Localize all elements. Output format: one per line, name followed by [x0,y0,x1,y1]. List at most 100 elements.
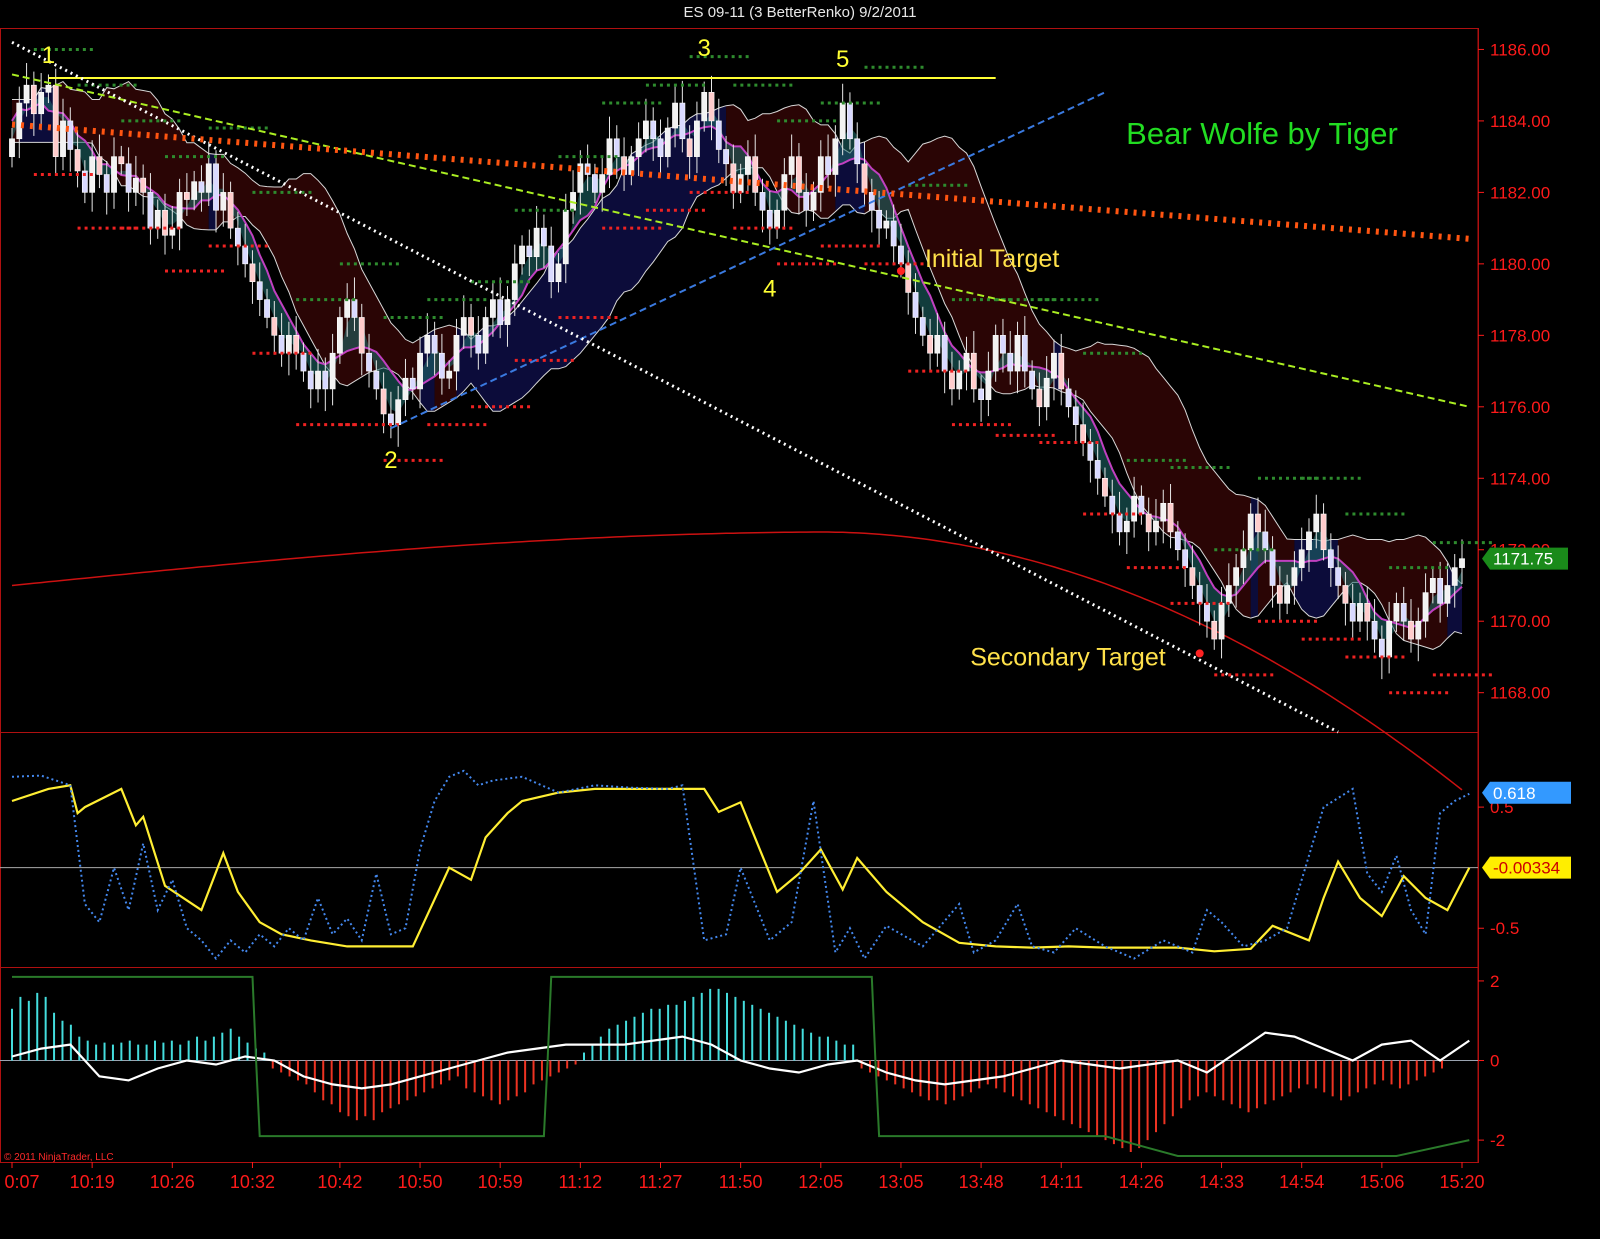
candle-down [409,377,416,390]
candle-down [1072,406,1079,425]
candle-up [672,102,678,129]
candle-down [861,163,868,193]
time-tick-label: 10:19 [70,1172,115,1192]
candle-down [118,156,125,165]
target-dot [1195,649,1204,658]
candle-up [329,352,336,390]
candle-down [1138,495,1145,515]
candle-down [1109,495,1116,515]
candle-down [1145,513,1152,533]
candle-down [103,174,110,193]
candle-down [366,352,372,372]
candle-down [890,220,897,247]
candle-up [344,299,351,318]
candle-up [832,138,839,175]
candle-up [1393,603,1400,622]
candle-down [1087,442,1094,461]
time-tick-label: 10:50 [398,1172,443,1192]
candle-up [460,317,467,336]
candle-down [1255,513,1261,533]
candle-down [708,92,715,122]
candle-down [1058,352,1065,390]
candle-down [723,149,729,165]
candle-down [183,192,190,200]
candle[interactable] [293,316,300,370]
hist-tick-label: 2 [1490,972,1499,991]
candle-down [213,163,219,211]
price-tick-label: 1178.00 [1490,326,1550,345]
candle-up [883,220,890,229]
copyright-label: © 2011 NinjaTrader, LLC [4,1152,114,1163]
time-tick-label: 14:11 [1039,1172,1083,1192]
candle-up [205,163,212,193]
candle-up [1153,520,1159,533]
candle-down [497,299,504,325]
oscillator-panel[interactable] [0,769,1478,961]
oscillator-series-dotted [11,769,1470,961]
candle-up [504,299,511,325]
last-price-label: 1171.75 [1493,550,1553,569]
wave-label-5: 5 [836,46,849,73]
candle-down [1211,620,1218,640]
candle[interactable] [978,375,984,422]
candle-up [745,156,751,175]
candle-up [1429,578,1436,593]
candle-down [1269,549,1276,586]
time-tick-label: 15:20 [1439,1172,1484,1192]
candle[interactable] [315,348,321,403]
candle-down [1437,578,1444,604]
candle-up [1240,549,1247,568]
candle-down [1021,335,1028,372]
candle[interactable] [16,86,23,159]
candle-up [191,181,198,200]
candle-down [1000,335,1006,354]
price-tick-label: 1180.00 [1490,255,1550,274]
candle-down [67,120,74,150]
candle-up [562,209,569,265]
candle-up [1306,531,1312,551]
candle-down [1029,370,1036,390]
time-tick-label: 10:32 [230,1172,275,1192]
candle-up [1043,377,1050,408]
candle-up [533,227,540,258]
wave-label-3: 3 [698,35,711,62]
chart-canvas[interactable]: 1186.00 1184.00 1182.00 1180.00 1178.00 1176.… [0,0,1600,1239]
price-tick-label: 1182.00 [1490,183,1550,202]
candle-up [1218,603,1225,640]
candle-down [825,156,831,175]
candle-up [1422,592,1429,622]
candle-down [759,192,766,211]
candle-up [555,263,562,283]
histogram-panel[interactable] [0,975,1478,1157]
candle-down [650,120,657,140]
candle-up [774,209,780,229]
candle-up [1386,620,1393,658]
candle-up [38,92,45,115]
candle-up [16,102,23,140]
time-tick-label: 14:26 [1119,1172,1164,1192]
initial-target-label: Initial Target [925,245,1059,273]
candle-up [985,370,992,400]
candle-down [912,292,919,318]
candle-up [395,399,402,425]
candle-down [438,352,445,379]
candle-down [96,156,103,175]
candle-up [701,92,708,122]
time-tick-label: 10:42 [317,1172,362,1192]
candle-up [220,192,227,211]
candle-down [125,163,132,193]
candle-up [490,299,496,318]
time-tick-label: 11:12 [558,1172,602,1192]
candle-down [1094,460,1101,479]
target-dot [896,267,905,276]
price-panel[interactable] [9,40,1493,791]
candle-down [541,227,547,247]
osc-panel-border [0,732,1479,968]
candle-up [839,102,846,140]
candle-up [1160,502,1167,522]
candle-up [1291,567,1298,586]
price-tick-label: 1186.00 [1490,40,1550,59]
candle-up [992,335,999,372]
candle-up [23,84,30,104]
candle-down [592,174,598,193]
